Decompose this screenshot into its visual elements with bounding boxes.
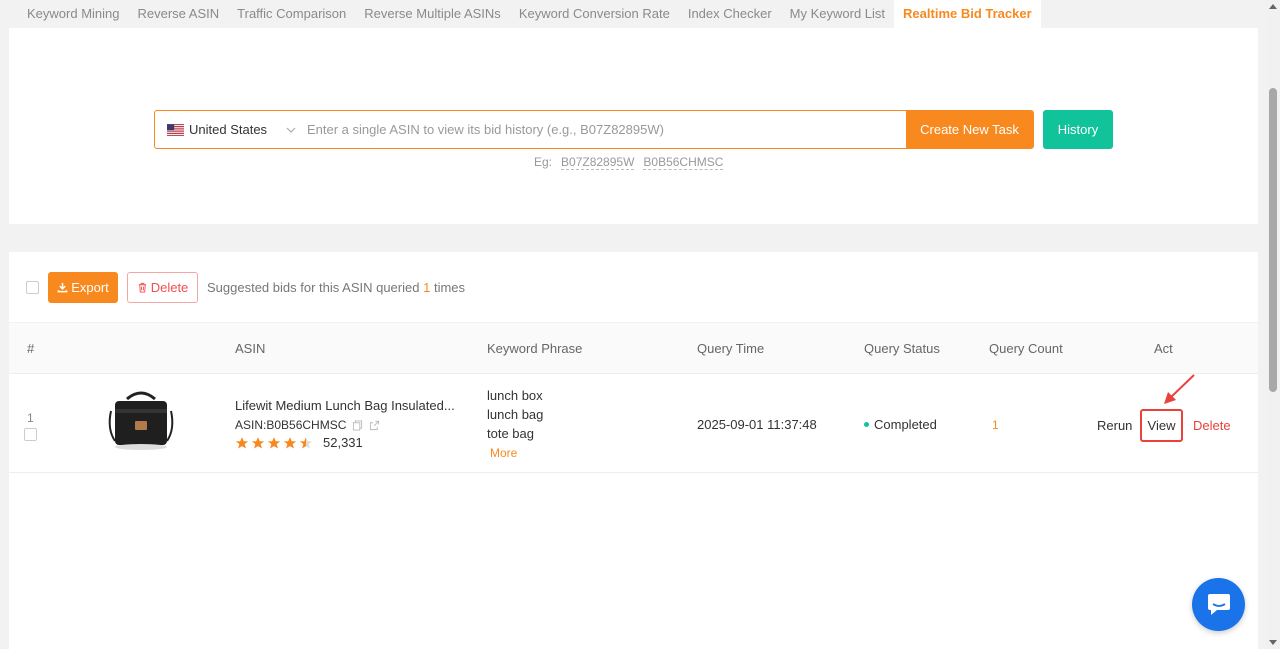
results-table: # ASIN Keyword Phrase Query Time Query S… xyxy=(9,323,1258,649)
status-dot-icon xyxy=(864,422,869,427)
product-title[interactable]: Lifewit Medium Lunch Bag Insulated... xyxy=(235,398,455,413)
header-query-time: Query Time xyxy=(697,341,765,356)
search-panel: United States Create New Task History Eg… xyxy=(9,28,1258,224)
table-toolbar: Export Delete Suggested bids for this AS… xyxy=(9,252,1258,322)
more-keywords-link[interactable]: More xyxy=(490,446,517,460)
table-header: # ASIN Keyword Phrase Query Time Query S… xyxy=(9,323,1258,374)
keyword-item: lunch bag xyxy=(487,407,544,422)
export-button[interactable]: Export xyxy=(48,271,118,303)
tab-keyword-mining[interactable]: Keyword Mining xyxy=(18,0,129,28)
view-button[interactable]: View xyxy=(1140,409,1183,442)
suggest-text: Suggested bids for this ASIN queried 1 t… xyxy=(207,280,465,295)
rating-stars: 52,331 xyxy=(235,435,363,450)
tab-realtime-bid-tracker[interactable]: Realtime Bid Tracker xyxy=(894,0,1041,28)
suggest-suffix: times xyxy=(433,279,466,295)
chat-button[interactable] xyxy=(1192,578,1245,631)
example-asin-1[interactable]: B07Z82895W xyxy=(561,155,635,170)
star-full-icon xyxy=(267,436,281,449)
chat-bubble-icon xyxy=(1207,593,1230,615)
status-label: Completed xyxy=(874,417,937,432)
tab-reverse-asin[interactable]: Reverse ASIN xyxy=(129,0,229,28)
suggest-prefix: Suggested bids for this ASIN queried xyxy=(207,279,420,295)
examples: Eg: B07Z82895W B0B56CHMSC xyxy=(534,155,724,170)
star-full-icon xyxy=(251,436,265,449)
example-asin-2[interactable]: B0B56CHMSC xyxy=(643,155,724,170)
scroll-up-icon[interactable] xyxy=(1269,4,1277,9)
examples-prefix: Eg: xyxy=(534,155,553,169)
keyword-item: lunch box xyxy=(487,388,543,403)
header-index: # xyxy=(27,341,35,356)
query-status: Completed xyxy=(864,417,937,432)
bulk-delete-button[interactable]: Delete xyxy=(127,271,198,303)
scroll-down-icon[interactable] xyxy=(1269,640,1277,645)
product-image[interactable] xyxy=(105,389,177,453)
tab-index-checker[interactable]: Index Checker xyxy=(679,0,781,28)
annotation-arrow-icon xyxy=(1164,374,1195,404)
export-label: Export xyxy=(71,279,109,295)
chevron-down-icon xyxy=(286,127,296,133)
tab-traffic-comparison[interactable]: Traffic Comparison xyxy=(228,0,355,28)
header-keyword: Keyword Phrase xyxy=(487,341,583,356)
rerun-button[interactable]: Rerun xyxy=(1097,418,1132,433)
tab-my-keyword-list[interactable]: My Keyword List xyxy=(781,0,894,28)
country-label: United States xyxy=(189,122,268,137)
row-checkbox[interactable] xyxy=(24,428,37,441)
header-asin: ASIN xyxy=(235,341,266,356)
tab-keyword-conversion-rate[interactable]: Keyword Conversion Rate xyxy=(510,0,679,28)
history-button[interactable]: History xyxy=(1043,110,1113,149)
asin-search-input[interactable] xyxy=(305,111,906,148)
delete-row-button[interactable]: Delete xyxy=(1193,418,1231,433)
header-query-count: Query Count xyxy=(989,341,1063,356)
select-all-checkbox[interactable] xyxy=(26,280,39,294)
search-box: United States Create New Task xyxy=(154,110,1034,149)
scroll-thumb[interactable] xyxy=(1269,88,1277,392)
asin-line: ASIN:B0B56CHMSC xyxy=(235,418,380,432)
review-count: 52,331 xyxy=(323,435,363,450)
header-query-status: Query Status xyxy=(864,341,940,356)
create-new-task-button[interactable]: Create New Task xyxy=(906,111,1033,148)
star-full-icon xyxy=(283,436,297,449)
download-icon xyxy=(57,282,68,292)
us-flag-icon xyxy=(167,123,184,136)
row-index: 1 xyxy=(27,411,34,425)
external-link-icon[interactable] xyxy=(369,420,380,431)
star-full-icon xyxy=(235,436,249,449)
copy-icon[interactable] xyxy=(352,419,363,431)
product-asin: ASIN:B0B56CHMSC xyxy=(235,418,347,432)
table-row: 1 Lifewit Medium Lunch Bag Insulated... … xyxy=(9,374,1258,473)
tab-reverse-multiple-asins[interactable]: Reverse Multiple ASINs xyxy=(355,0,510,28)
header-act: Act xyxy=(1154,341,1173,356)
delete-label: Delete xyxy=(150,279,189,295)
view-label: View xyxy=(1147,418,1176,433)
page-scrollbar[interactable] xyxy=(1266,0,1280,649)
keyword-item: tote bag xyxy=(487,426,534,441)
query-count[interactable]: 1 xyxy=(992,418,999,432)
star-half-icon xyxy=(299,436,313,449)
query-time: 2025-09-01 11:37:48 xyxy=(697,417,817,432)
tab-bar: Keyword Mining Reverse ASIN Traffic Comp… xyxy=(0,0,1266,28)
suggest-count: 1 xyxy=(423,279,431,295)
country-select[interactable]: United States xyxy=(155,111,305,148)
trash-icon xyxy=(138,282,146,293)
